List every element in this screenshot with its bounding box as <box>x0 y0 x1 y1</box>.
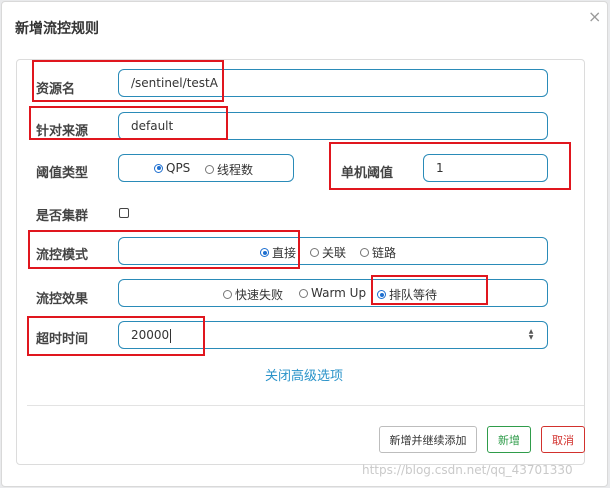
radio-thread-count-icon <box>205 165 214 174</box>
radio-relate[interactable]: 关联 <box>310 244 346 261</box>
radio-chain[interactable]: 链路 <box>360 244 396 261</box>
radio-thread-count[interactable]: 线程数 <box>205 161 253 178</box>
radio-fast-fail-label: 快速失败 <box>235 288 284 302</box>
control-behavior-label: 流控效果 <box>36 292 89 307</box>
flow-rule-dialog: 新增流控规则 × 资源名 /sentinel/testA 针对来源 defaul… <box>1 1 608 487</box>
radio-fast-fail[interactable]: 快速失败 <box>223 286 283 303</box>
watermark-text: https://blog.csdn.net/qq_43701330 <box>362 463 573 477</box>
highlight-queue-wait <box>371 275 488 305</box>
close-advanced-link[interactable]: 关闭高级选项 <box>265 365 343 384</box>
footer-divider <box>27 405 584 406</box>
highlight-single-threshold <box>329 142 571 190</box>
radio-qps[interactable]: QPS <box>154 161 190 175</box>
highlight-timeout <box>27 316 205 356</box>
dialog-title: 新增流控规则 <box>15 21 99 37</box>
radio-chain-label: 链路 <box>372 246 397 260</box>
radio-fast-fail-icon <box>223 290 232 299</box>
number-spinner-icon[interactable]: ▲ ▼ <box>527 329 535 341</box>
radio-qps-label: QPS <box>166 161 191 175</box>
radio-thread-count-label: 线程数 <box>217 163 254 177</box>
cluster-label: 是否集群 <box>36 209 89 224</box>
highlight-strategy <box>28 230 300 269</box>
radio-relate-label: 关联 <box>322 246 347 260</box>
highlight-resource <box>32 60 224 102</box>
threshold-type-group: QPS 线程数 <box>118 154 294 182</box>
radio-relate-icon <box>310 248 319 257</box>
cancel-button[interactable]: 取消 <box>541 426 585 453</box>
radio-chain-icon <box>360 248 369 257</box>
cluster-checkbox[interactable] <box>119 208 129 218</box>
save-and-continue-button[interactable]: 新增并继续添加 <box>379 426 477 453</box>
close-icon[interactable]: × <box>588 9 601 25</box>
add-button[interactable]: 新增 <box>487 426 531 453</box>
radio-qps-icon <box>154 163 163 173</box>
highlight-limit-app <box>29 106 228 140</box>
radio-warm-up-label: Warm Up <box>311 286 367 300</box>
threshold-type-label: 阈值类型 <box>36 166 89 181</box>
radio-warm-up[interactable]: Warm Up <box>299 286 366 300</box>
radio-warm-up-icon <box>299 288 308 298</box>
